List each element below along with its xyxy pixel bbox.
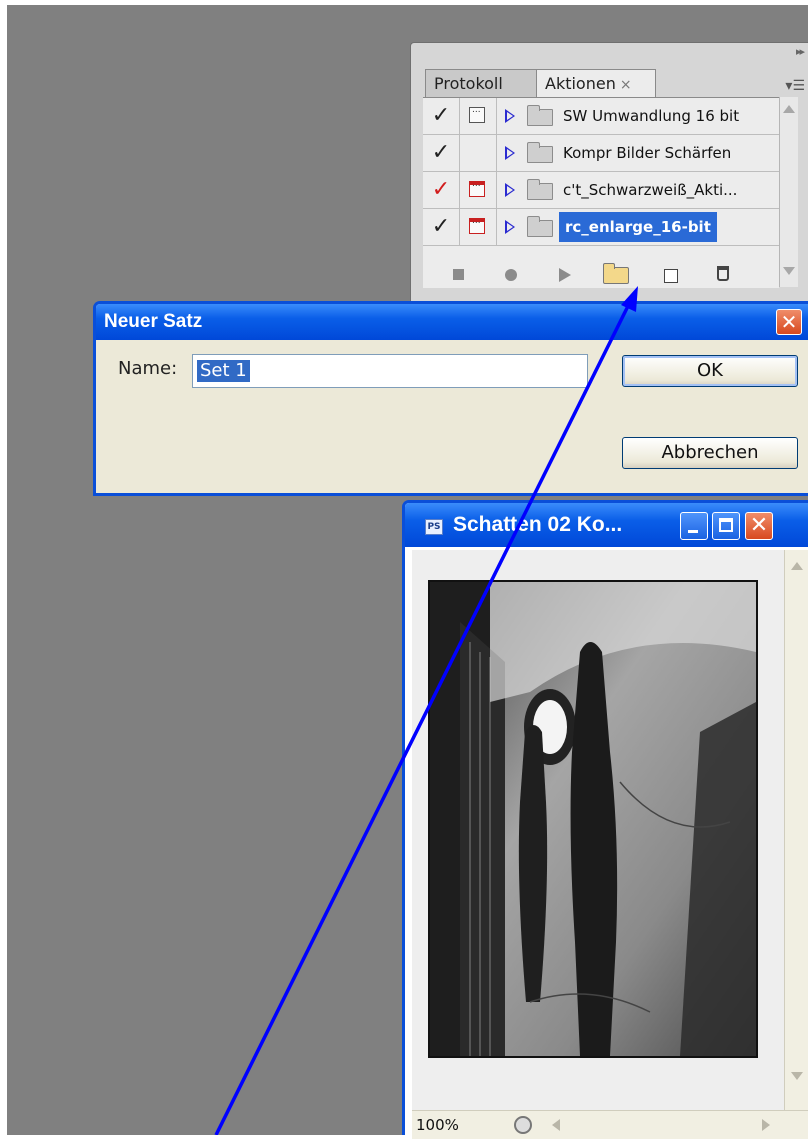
- new-action-icon[interactable]: [664, 269, 678, 283]
- toggle-item-checkbox[interactable]: ✓: [423, 98, 460, 134]
- document-window: PS Schatten 02 Ko... ✕ 100%: [402, 500, 808, 1139]
- action-set-row-selected[interactable]: ✓ rc_enlarge_16-bit: [423, 209, 779, 246]
- toggle-item-checkbox[interactable]: ✓: [423, 172, 460, 208]
- folder-icon: [527, 142, 553, 163]
- tab-aktionen-label: Aktionen: [545, 74, 616, 93]
- document-close-button[interactable]: ✕: [745, 512, 773, 540]
- dialog-title: Neuer Satz: [104, 311, 203, 332]
- expand-triangle-icon[interactable]: [505, 146, 515, 160]
- action-set-label: c't_Schwarzweiß_Akti...: [563, 181, 738, 199]
- scroll-up-icon[interactable]: [791, 562, 803, 570]
- scroll-down-icon[interactable]: [783, 267, 795, 275]
- toggle-item-checkbox[interactable]: ✓: [423, 135, 460, 171]
- status-info-icon[interactable]: [514, 1116, 532, 1134]
- dialog-titlebar[interactable]: Neuer Satz ✕: [96, 304, 808, 340]
- expand-triangle-icon[interactable]: [505, 109, 515, 123]
- record-icon[interactable]: [505, 269, 517, 281]
- expand-triangle-icon[interactable]: [505, 220, 515, 234]
- shadow-photo[interactable]: [428, 580, 758, 1058]
- dialog-close-button[interactable]: ✕: [776, 309, 802, 335]
- double-chevron-icon[interactable]: ▸▸: [796, 45, 805, 58]
- folder-icon: [527, 105, 553, 126]
- shadow-photo-drawing: [430, 582, 756, 1056]
- panel-menu-icon[interactable]: ▾☰: [785, 78, 805, 94]
- toggle-dialog-cell[interactable]: [460, 172, 497, 208]
- actions-panel: ▸▸ Protokoll Aktionen× ▾☰ ✓ SW Umwandlun…: [410, 42, 808, 302]
- toggle-item-checkbox[interactable]: ✓: [423, 209, 460, 245]
- stop-icon[interactable]: [453, 269, 464, 280]
- action-set-row[interactable]: ✓ c't_Schwarzweiß_Akti...: [423, 172, 779, 209]
- document-vertical-scrollbar[interactable]: [784, 550, 808, 1110]
- name-input[interactable]: [192, 354, 588, 388]
- name-input-selected-text: Set 1: [197, 360, 250, 382]
- ok-button[interactable]: OK: [622, 355, 798, 387]
- actions-toolbar: [423, 263, 779, 301]
- dialog-toggle-icon: [469, 105, 485, 123]
- trash-icon[interactable]: [717, 266, 729, 281]
- document-titlebar[interactable]: PS Schatten 02 Ko... ✕: [405, 503, 808, 547]
- toggle-dialog-cell[interactable]: [460, 209, 497, 245]
- tab-protokoll-label: Protokoll: [434, 74, 503, 93]
- toggle-dialog-cell[interactable]: [460, 98, 497, 134]
- tab-protokoll[interactable]: Protokoll: [425, 69, 538, 97]
- tab-aktionen[interactable]: Aktionen ×: [536, 69, 656, 97]
- action-set-label: Kompr Bilder Schärfen: [563, 144, 732, 162]
- scroll-left-icon[interactable]: [552, 1119, 560, 1131]
- action-list-scrollbar[interactable]: [779, 97, 798, 287]
- action-list: ✓ SW Umwandlung 16 bit ✓ Kompr Bilder Sc…: [423, 97, 779, 288]
- scroll-down-icon[interactable]: [791, 1072, 803, 1080]
- expand-triangle-icon[interactable]: [505, 183, 515, 197]
- new-set-dialog: Neuer Satz ✕ Name: Set 1 OK Abbrechen: [93, 301, 808, 496]
- name-label: Name:: [118, 358, 178, 379]
- toggle-dialog-cell[interactable]: [460, 135, 497, 171]
- scroll-up-icon[interactable]: [783, 105, 795, 113]
- action-set-label: SW Umwandlung 16 bit: [563, 107, 740, 125]
- panel-topbar: ▸▸: [411, 43, 808, 65]
- document-title: Schatten 02 Ko...: [453, 513, 623, 536]
- folder-icon: [527, 179, 553, 200]
- folder-icon: [527, 216, 553, 237]
- cancel-button[interactable]: Abbrechen: [622, 437, 798, 469]
- zoom-level-field[interactable]: 100%: [416, 1115, 488, 1135]
- new-set-icon[interactable]: [603, 263, 629, 284]
- scroll-right-icon[interactable]: [762, 1119, 770, 1131]
- dialog-toggle-icon: [469, 179, 485, 197]
- minimize-button[interactable]: [680, 512, 708, 540]
- action-set-row[interactable]: ✓ SW Umwandlung 16 bit: [423, 98, 779, 135]
- action-set-label: rc_enlarge_16-bit: [559, 212, 717, 242]
- maximize-button[interactable]: [712, 512, 740, 540]
- tab-close-icon[interactable]: ×: [620, 77, 632, 93]
- photoshop-doc-icon: PS: [425, 519, 443, 535]
- dialog-toggle-icon: [469, 216, 485, 234]
- action-set-row[interactable]: ✓ Kompr Bilder Schärfen: [423, 135, 779, 172]
- play-icon[interactable]: [559, 268, 571, 282]
- canvas-area[interactable]: [412, 550, 784, 1110]
